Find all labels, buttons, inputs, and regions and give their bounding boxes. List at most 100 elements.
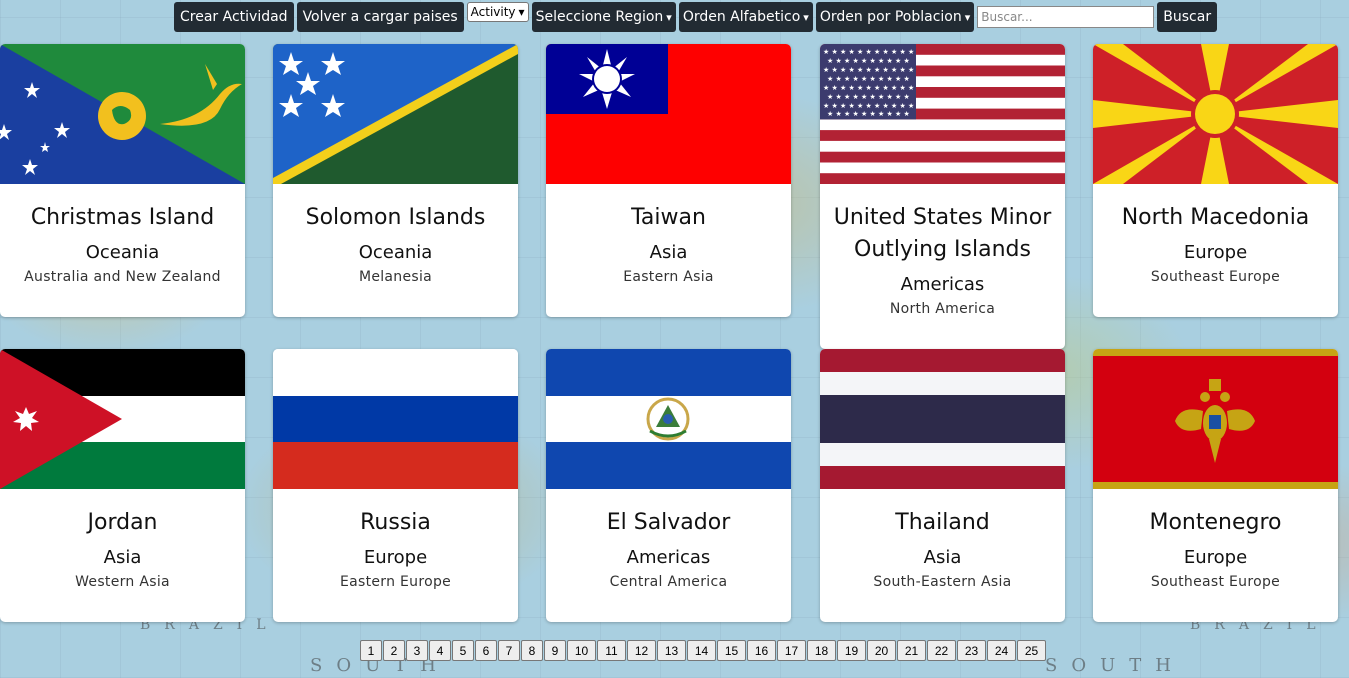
- country-subregion: South-Eastern Asia: [873, 574, 1012, 590]
- country-subregion: North America: [889, 301, 996, 317]
- country-card[interactable]: ★ ★ ★ ★ ★ ★ ★ ★ ★ ★ ★ ★ ★ ★ ★ ★ ★ ★ ★ ★ …: [820, 44, 1065, 349]
- country-name: Solomon Islands: [305, 205, 486, 230]
- page-button-13[interactable]: 13: [657, 640, 686, 661]
- country-subregion: Central America: [609, 574, 728, 590]
- country-card[interactable]: Jordan Asia Western Asia: [0, 349, 245, 622]
- page-button-21[interactable]: 21: [897, 640, 926, 661]
- page-button-20[interactable]: 20: [867, 640, 896, 661]
- page-button-2[interactable]: 2: [383, 640, 405, 661]
- alpha-order-select[interactable]: Orden Alfabetico ▾: [678, 2, 813, 32]
- map-label-south-right: SOUTH: [1045, 655, 1185, 676]
- country-card[interactable]: Montenegro Europe Southeast Europe: [1093, 349, 1338, 622]
- country-name: Taiwan: [631, 205, 706, 230]
- svg-text:★ ★ ★ ★ ★ ★ ★ ★ ★ ★ ★: ★ ★ ★ ★ ★ ★ ★ ★ ★ ★ ★: [823, 66, 914, 74]
- country-subregion: Melanesia: [358, 269, 433, 285]
- country-subregion: Eastern Europe: [339, 574, 452, 590]
- chevron-down-icon: ▾: [964, 10, 971, 24]
- create-activity-button[interactable]: Crear Actividad: [174, 2, 294, 32]
- toolbar: Crear Actividad Volver a cargar paises A…: [174, 2, 1218, 32]
- country-card[interactable]: Solomon Islands Oceania Melanesia: [273, 44, 518, 317]
- alpha-order-value: Orden Alfabetico: [682, 9, 801, 25]
- country-name: Montenegro: [1149, 510, 1282, 535]
- page-button-17[interactable]: 17: [777, 640, 806, 661]
- reload-countries-button[interactable]: Volver a cargar paises: [296, 2, 464, 32]
- country-region: Europe: [363, 547, 428, 568]
- svg-text:★ ★ ★ ★ ★ ★ ★ ★ ★ ★ ★: ★ ★ ★ ★ ★ ★ ★ ★ ★ ★ ★: [823, 102, 914, 110]
- page-button-25[interactable]: 25: [1017, 640, 1046, 661]
- country-subregion: Eastern Asia: [623, 269, 714, 285]
- chevron-down-icon: ▾: [803, 10, 809, 24]
- page-button-22[interactable]: 22: [927, 640, 956, 661]
- page-button-16[interactable]: 16: [747, 640, 776, 661]
- country-subregion: Western Asia: [75, 574, 170, 590]
- page-button-5[interactable]: 5: [452, 640, 474, 661]
- page-button-4[interactable]: 4: [429, 640, 451, 661]
- country-region: Asia: [923, 547, 962, 568]
- activity-select-value: Activity: [470, 5, 516, 19]
- svg-text:★ ★ ★ ★ ★ ★ ★ ★ ★ ★: ★ ★ ★ ★ ★ ★ ★ ★ ★ ★: [827, 93, 910, 101]
- country-region: Americas: [900, 274, 985, 295]
- country-region: Europe: [1183, 547, 1248, 568]
- country-name: Thailand: [895, 510, 990, 535]
- svg-text:★ ★ ★ ★ ★ ★ ★ ★ ★ ★ ★: ★ ★ ★ ★ ★ ★ ★ ★ ★ ★ ★: [823, 48, 914, 56]
- country-name: Russia: [360, 510, 431, 535]
- page-button-3[interactable]: 3: [406, 640, 428, 661]
- page-button-10[interactable]: 10: [567, 640, 596, 661]
- page-button-18[interactable]: 18: [807, 640, 836, 661]
- flag-us-minor-outlying-islands-icon: ★ ★ ★ ★ ★ ★ ★ ★ ★ ★ ★ ★ ★ ★ ★ ★ ★ ★ ★ ★ …: [820, 44, 1065, 184]
- flag-russia-icon: [273, 349, 518, 489]
- pagination: 1 2 3 4 5 6 7 8 9 10 11 12 13 14 15 16 17 18 19 20 21 22 23 24 2…: [360, 640, 1046, 661]
- search-input[interactable]: Buscar...: [977, 6, 1155, 28]
- flag-jordan-icon: [0, 349, 245, 489]
- population-order-select[interactable]: Orden por Poblacion ▾: [815, 2, 975, 32]
- svg-text:★ ★ ★ ★ ★ ★ ★ ★ ★ ★: ★ ★ ★ ★ ★ ★ ★ ★ ★ ★: [827, 57, 910, 65]
- region-select-value: Seleccione Region: [535, 9, 664, 25]
- country-name: Christmas Island: [30, 205, 215, 230]
- search-button[interactable]: Buscar: [1157, 2, 1218, 32]
- flag-thailand-icon: [820, 349, 1065, 489]
- page-button-15[interactable]: 15: [717, 640, 746, 661]
- country-region: Asia: [649, 242, 688, 263]
- flag-el-salvador-icon: [546, 349, 791, 489]
- country-name: North Macedonia: [1121, 205, 1310, 230]
- page-button-12[interactable]: 12: [627, 640, 656, 661]
- page-button-1[interactable]: 1: [360, 640, 382, 661]
- page-button-8[interactable]: 8: [521, 640, 543, 661]
- activity-select[interactable]: Activity ▾: [466, 2, 529, 22]
- chevron-down-icon: ▾: [518, 5, 525, 19]
- flag-christmas-island-icon: [0, 44, 245, 184]
- page-button-11[interactable]: 11: [597, 640, 626, 661]
- country-name: Jordan: [87, 510, 158, 535]
- svg-text:★ ★ ★ ★ ★ ★ ★ ★ ★ ★: ★ ★ ★ ★ ★ ★ ★ ★ ★ ★: [827, 75, 910, 83]
- page-button-14[interactable]: 14: [687, 640, 716, 661]
- svg-text:★ ★ ★ ★ ★ ★ ★ ★ ★ ★: ★ ★ ★ ★ ★ ★ ★ ★ ★ ★: [827, 110, 910, 118]
- country-subregion: Australia and New Zealand: [24, 269, 221, 285]
- country-region: Oceania: [85, 242, 160, 263]
- population-order-value: Orden por Poblacion: [819, 9, 962, 25]
- country-card[interactable]: Russia Europe Eastern Europe: [273, 349, 518, 622]
- country-region: Europe: [1183, 242, 1248, 263]
- country-subregion: Southeast Europe: [1150, 574, 1281, 590]
- chevron-down-icon: ▾: [666, 10, 672, 24]
- flag-solomon-islands-icon: [273, 44, 518, 184]
- country-card[interactable]: El Salvador Americas Central America: [546, 349, 791, 622]
- search-placeholder: Buscar...: [981, 10, 1033, 24]
- country-card[interactable]: Taiwan Asia Eastern Asia: [546, 44, 791, 317]
- country-name: El Salvador: [606, 510, 731, 535]
- country-name: United States Minor Outlying Islands: [833, 205, 1052, 262]
- country-subregion: Southeast Europe: [1150, 269, 1281, 285]
- country-card[interactable]: Thailand Asia South-Eastern Asia: [820, 349, 1065, 622]
- page-button-7[interactable]: 7: [498, 640, 520, 661]
- country-region: Asia: [103, 547, 142, 568]
- flag-taiwan-icon: [546, 44, 791, 184]
- country-card[interactable]: North Macedonia Europe Southeast Europe: [1093, 44, 1338, 317]
- page-button-9[interactable]: 9: [544, 640, 566, 661]
- page-button-19[interactable]: 19: [837, 640, 866, 661]
- page-button-23[interactable]: 23: [957, 640, 986, 661]
- svg-text:★ ★ ★ ★ ★ ★ ★ ★ ★ ★ ★: ★ ★ ★ ★ ★ ★ ★ ★ ★ ★ ★: [823, 84, 914, 92]
- page-button-24[interactable]: 24: [987, 640, 1016, 661]
- flag-montenegro-icon: [1093, 349, 1338, 489]
- region-select[interactable]: Seleccione Region ▾: [531, 2, 676, 32]
- page-button-6[interactable]: 6: [475, 640, 497, 661]
- country-card[interactable]: Christmas Island Oceania Australia and N…: [0, 44, 245, 317]
